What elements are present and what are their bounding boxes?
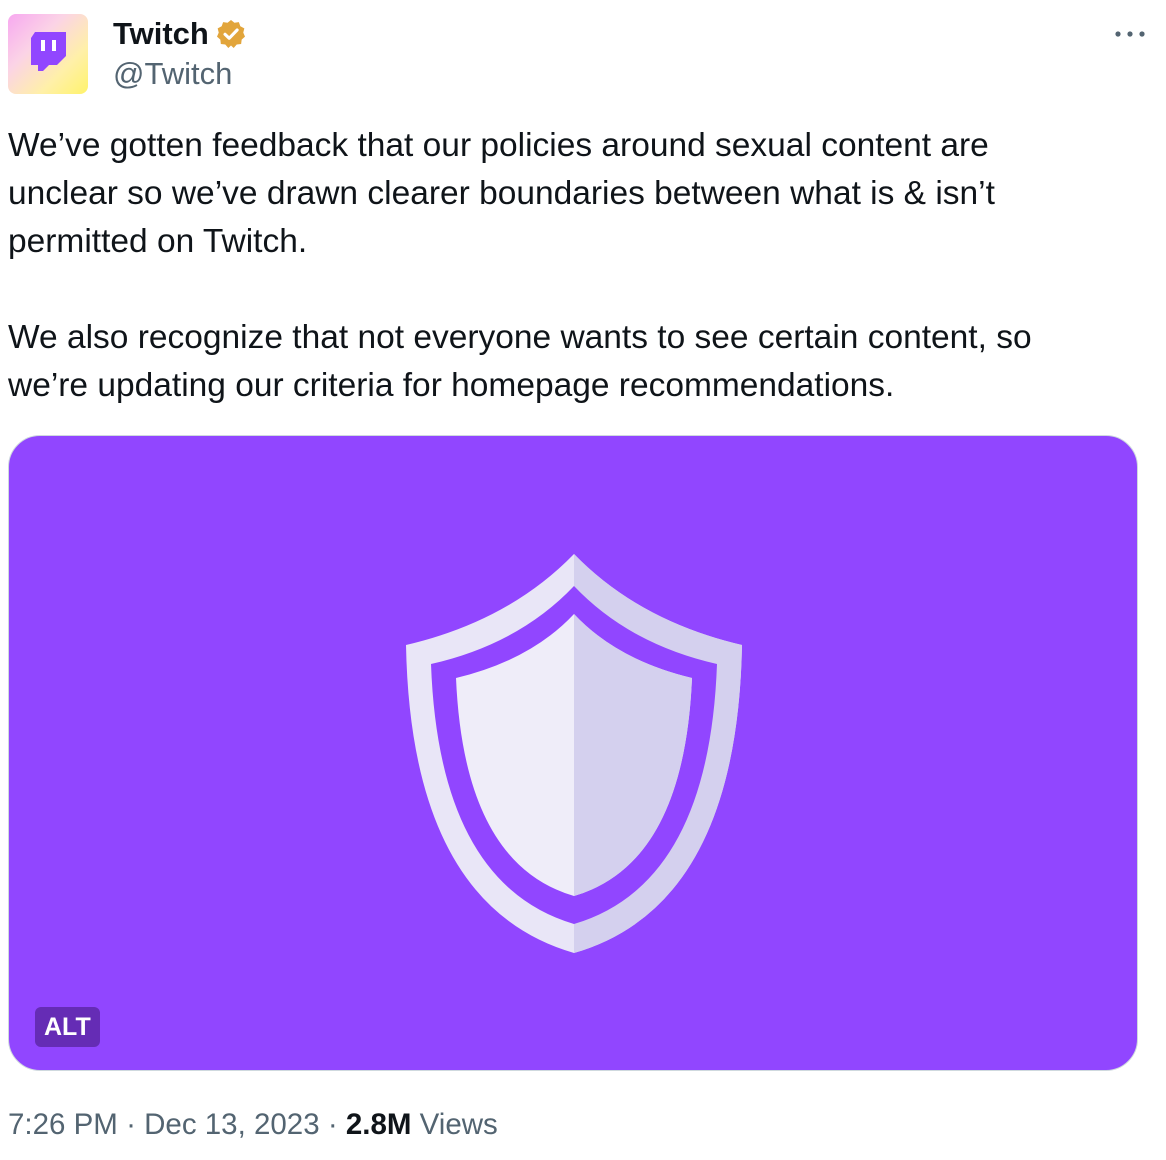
author-handle[interactable]: @Twitch bbox=[113, 54, 232, 94]
alt-text-badge[interactable]: ALT bbox=[35, 1007, 100, 1047]
more-options-button[interactable] bbox=[1110, 20, 1150, 48]
tweet-date[interactable]: Dec 13, 2023 bbox=[144, 1108, 320, 1141]
more-horizontal-icon bbox=[1115, 31, 1145, 37]
tweet-meta-row: 7:26 PM · Dec 13, 2023 · 2.8M Views bbox=[8, 1104, 498, 1146]
twitch-glitch-icon bbox=[31, 32, 66, 71]
tweet-media-image[interactable]: ALT bbox=[8, 435, 1138, 1071]
avatar[interactable] bbox=[8, 14, 88, 94]
author-display-name[interactable]: Twitch bbox=[113, 14, 209, 54]
shield-icon bbox=[406, 554, 742, 953]
meta-separator: · bbox=[327, 1108, 338, 1141]
meta-separator: · bbox=[126, 1108, 136, 1141]
verified-badge-icon[interactable] bbox=[215, 18, 247, 50]
views-label: Views bbox=[419, 1108, 498, 1141]
author-name-row: Twitch bbox=[113, 14, 247, 54]
tweet-text: We’ve gotten feedback that our policies … bbox=[8, 127, 1032, 404]
tweet-time[interactable]: 7:26 PM bbox=[8, 1108, 118, 1141]
views-count: 2.8M bbox=[345, 1108, 412, 1141]
